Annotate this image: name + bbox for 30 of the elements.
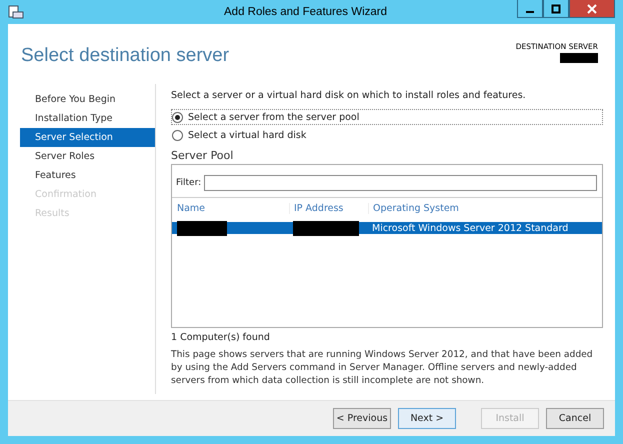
page-title: Select destination server [21,45,230,68]
wizard-step[interactable]: Server Selection [20,128,155,147]
table-cell: Microsoft Windows Server 2012 Standard [372,222,568,234]
close-button[interactable] [569,0,615,18]
column-header[interactable]: Name [172,202,289,214]
wizard-step[interactable]: Before You Begin [20,90,155,109]
result-count: 1 Computer(s) found [171,332,271,343]
maximize-icon [551,4,561,14]
minimize-icon [526,10,534,12]
instruction-text: Select a server or a virtual hard disk on which to install roles and features. [171,90,527,101]
radio-option[interactable]: Select a virtual hard disk [171,127,603,143]
maximize-button[interactable] [543,0,569,18]
wizard-button[interactable]: Next > [398,408,456,429]
close-icon [587,4,597,14]
radio-option[interactable]: Select a server from the server pool [171,109,603,125]
column-header[interactable]: Operating System [368,202,602,214]
description-text: This page shows servers that are running Windows Server 2012, and that have been added by using the Add Servers command in Server Manager. Offline servers and newly-added servers from which data collection is still incomplete are not shown. [171,348,594,387]
column-header[interactable]: IP Address [289,202,368,214]
filter-label: Filter: [176,178,202,188]
wizard-step[interactable]: Installation Type [20,109,155,128]
section-title: Server Pool [171,149,234,162]
table-row[interactable]: Microsoft Windows Server 2012 Standard [172,222,602,234]
wizard-step[interactable]: Features [20,166,155,185]
wizard-button[interactable]: < Previous [333,408,391,429]
minimize-button[interactable] [517,0,543,18]
app-icon [8,5,24,19]
filter-field[interactable] [204,175,597,191]
wizard-button[interactable]: Cancel [546,408,604,429]
wizard-step[interactable]: Server Roles [20,147,155,166]
window-title: Add Roles and Features Wizard [223,6,388,18]
